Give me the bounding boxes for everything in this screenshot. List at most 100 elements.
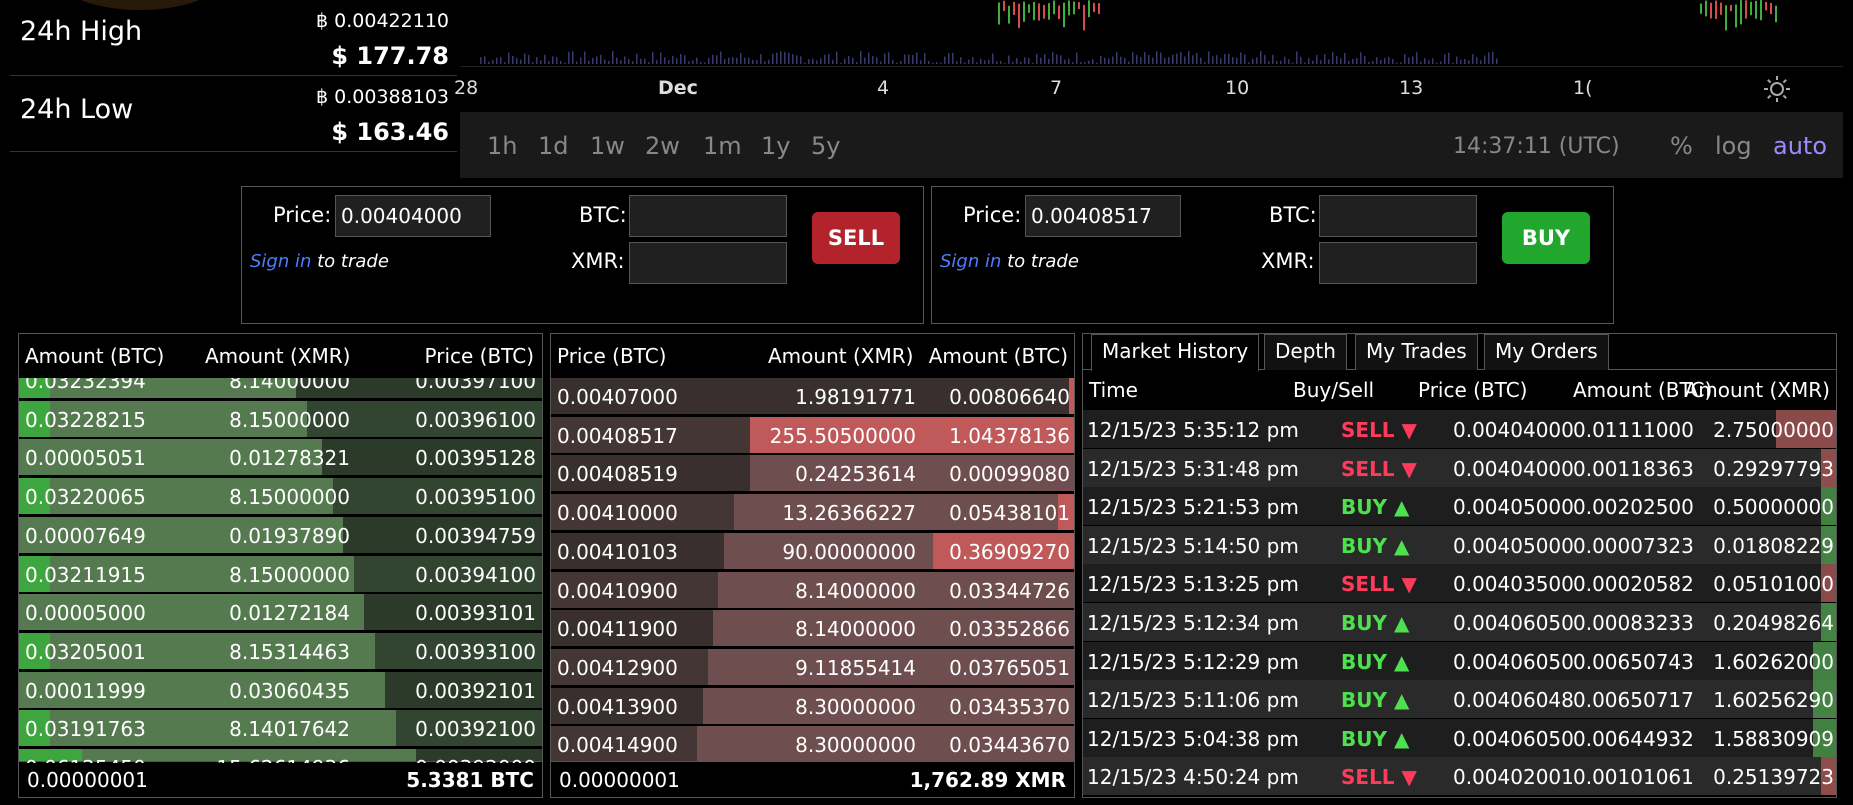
- signin-link[interactable]: Sign in: [940, 251, 1001, 272]
- tab-my-orders[interactable]: My Orders: [1484, 334, 1609, 370]
- ask-row[interactable]: 0.00410103 90.00000000 0.36909270: [551, 532, 1074, 569]
- history-row[interactable]: 12/15/23 4:50:24 pm SELL ▼ 0.00402001 0.001…: [1083, 757, 1836, 796]
- volume-bar: [896, 62, 898, 64]
- ask-amount-btc: 1.04378136: [949, 423, 1070, 448]
- volume-bar: [892, 59, 894, 64]
- asks-rows[interactable]: 0.00407000 1.98191771 0.00806640 0.00408517…: [551, 378, 1074, 763]
- trade-side: SELL ▼: [1341, 765, 1417, 789]
- range-button-5y[interactable]: 5y: [811, 132, 840, 160]
- volume-bar: [1260, 51, 1262, 64]
- ask-row[interactable]: 0.00413900 8.30000000 0.03435370: [551, 687, 1074, 724]
- volume-bar: [1356, 57, 1358, 64]
- bid-row[interactable]: 0.03205001 8.15314463 0.00393100: [19, 632, 542, 669]
- history-row[interactable]: 12/15/23 5:35:12 pm SELL ▼ 0.00404000 0.011…: [1083, 410, 1836, 448]
- volume-bar: [496, 57, 498, 64]
- range-button-1h[interactable]: 1h: [487, 132, 517, 160]
- volume-bar: [552, 56, 554, 64]
- tab-market-history[interactable]: Market History: [1091, 334, 1260, 371]
- bid-row[interactable]: 0.03232394 8.14000000 0.00397100: [19, 378, 542, 398]
- bid-amount-xmr: 0.01272184: [229, 601, 350, 626]
- volume-bar: [880, 61, 882, 64]
- ask-row[interactable]: 0.00408517 255.50500000 1.04378136: [551, 416, 1074, 453]
- bid-row[interactable]: 0.03220065 8.15000000 0.00395100: [19, 478, 542, 515]
- ask-price: 0.00410000: [557, 501, 678, 526]
- sell-price-input[interactable]: [335, 195, 491, 237]
- history-row[interactable]: 12/15/23 5:12:34 pm BUY ▲ 0.00406050 0.0008…: [1083, 603, 1836, 641]
- ask-row[interactable]: 0.00414900 8.30000000 0.03443670: [551, 726, 1074, 763]
- ask-row[interactable]: 0.00407000 1.98191771 0.00806640: [551, 378, 1074, 414]
- scale-option[interactable]: %: [1670, 132, 1693, 160]
- history-row[interactable]: 12/15/23 5:12:29 pm BUY ▲ 0.00406050 0.0065…: [1083, 641, 1836, 680]
- candle: [1088, 0, 1090, 18]
- history-row[interactable]: 12/15/23 5:14:50 pm BUY ▲ 0.00405000 0.0000…: [1083, 525, 1836, 564]
- history-row[interactable]: 12/15/23 5:31:48 pm SELL ▼ 0.00404000 0.001…: [1083, 448, 1836, 487]
- range-button-2w[interactable]: 2w: [645, 132, 680, 160]
- volume-bar: [1016, 58, 1018, 64]
- range-button-1y[interactable]: 1y: [761, 132, 790, 160]
- sell-xmr-input[interactable]: [629, 242, 787, 284]
- volume-bar: [1108, 58, 1110, 64]
- volume-bar: [828, 54, 830, 64]
- scale-option[interactable]: log: [1715, 132, 1752, 160]
- candlestick-plot[interactable]: [460, 0, 1843, 66]
- volume-bar: [520, 59, 522, 64]
- axis-tick-label: 7: [1050, 77, 1063, 99]
- buy-button[interactable]: BUY: [1502, 212, 1590, 264]
- volume-bar: [1496, 58, 1498, 64]
- buy-xmr-input[interactable]: [1319, 242, 1477, 284]
- bid-row[interactable]: 0.03191763 8.14017642 0.00392100: [19, 710, 542, 747]
- volume-bar: [1148, 54, 1150, 64]
- signin-link[interactable]: Sign in: [250, 251, 311, 272]
- bid-row[interactable]: 0.00005051 0.01278321 0.00395128: [19, 439, 542, 476]
- ask-row[interactable]: 0.00410000 13.26366227 0.05438101: [551, 494, 1074, 531]
- price-chart[interactable]: 28 Dec 4 7 10 13 1( 14:37:11 (UTC) 1h 1d 1w 2w 1m 1…: [454, 0, 1843, 178]
- axis-tick-label: Dec: [658, 77, 698, 99]
- volume-bar: [1044, 54, 1046, 64]
- bid-row[interactable]: 0.03228215 8.15000000 0.00396100: [19, 400, 542, 437]
- history-row[interactable]: 12/15/23 5:11:06 pm BUY ▲ 0.00406048 0.0065…: [1083, 680, 1836, 719]
- history-rows[interactable]: 12/15/23 5:35:12 pm SELL ▼ 0.00404000 0.011…: [1083, 410, 1836, 797]
- theme-toggle-icon[interactable]: [1763, 75, 1791, 107]
- bid-row[interactable]: 0.00005000 0.01272184 0.00393101: [19, 594, 542, 631]
- bid-price: 0.00392101: [415, 678, 536, 703]
- volume-bar: [724, 59, 726, 64]
- bid-row[interactable]: 0.03211915 8.15000000 0.00394100: [19, 555, 542, 592]
- tab-depth[interactable]: Depth: [1264, 334, 1347, 370]
- trade-amount-btc: 0.01111000: [1573, 418, 1694, 442]
- buy-price-input[interactable]: [1025, 195, 1181, 237]
- ask-row[interactable]: 0.00410900 8.14000000 0.03344726: [551, 571, 1074, 608]
- candle: [1725, 5, 1727, 31]
- range-button-1d[interactable]: 1d: [538, 132, 569, 160]
- ask-row[interactable]: 0.00408519 0.24253614 0.00099080: [551, 455, 1074, 492]
- bid-row[interactable]: 0.00011999 0.03060435 0.00392101: [19, 671, 542, 708]
- history-row[interactable]: 12/15/23 5:21:53 pm BUY ▲ 0.00405000 0.0020…: [1083, 487, 1836, 526]
- history-row[interactable]: 12/15/23 5:04:38 pm BUY ▲ 0.00406050 0.0064…: [1083, 718, 1836, 757]
- ask-amount-xmr: 8.14000000: [795, 617, 916, 642]
- volume-bar: [968, 59, 970, 64]
- ask-row[interactable]: 0.00411900 8.14000000 0.03352866: [551, 610, 1074, 647]
- range-button-1w[interactable]: 1w: [590, 132, 625, 160]
- bids-rows[interactable]: 0.03232394 8.14000000 0.00397100 0.03228215…: [19, 378, 542, 763]
- sell-btc-input[interactable]: [629, 195, 787, 237]
- volume-bar: [1096, 62, 1098, 64]
- volume-bar: [1200, 57, 1202, 64]
- volume-bar: [1092, 59, 1094, 64]
- ask-row[interactable]: 0.00412900 9.11855414 0.03765051: [551, 648, 1074, 685]
- candle: [1775, 5, 1777, 23]
- candle: [1770, 2, 1772, 15]
- buy-btc-input[interactable]: [1319, 195, 1477, 237]
- candle: [1013, 1, 1015, 15]
- bids-header: Amount (BTC) Amount (XMR) Price (BTC): [19, 334, 542, 378]
- col-buy-sell: Buy/Sell: [1293, 378, 1375, 402]
- trade-side-label: SELL: [1341, 418, 1395, 442]
- candle: [1710, 2, 1712, 19]
- tab-my-trades[interactable]: My Trades: [1355, 334, 1478, 370]
- sell-button[interactable]: SELL: [812, 212, 900, 264]
- bid-row[interactable]: 0.06125450 15.62614936 0.00392000: [19, 749, 542, 763]
- scale-option[interactable]: auto: [1773, 132, 1827, 160]
- volume-bar: [1368, 61, 1370, 64]
- range-button-1m[interactable]: 1m: [703, 132, 742, 160]
- volume-bar: [1288, 59, 1290, 64]
- history-row[interactable]: 12/15/23 5:13:25 pm SELL ▼ 0.00403500 0.000…: [1083, 564, 1836, 603]
- bid-row[interactable]: 0.00007649 0.01937890 0.00394759: [19, 516, 542, 553]
